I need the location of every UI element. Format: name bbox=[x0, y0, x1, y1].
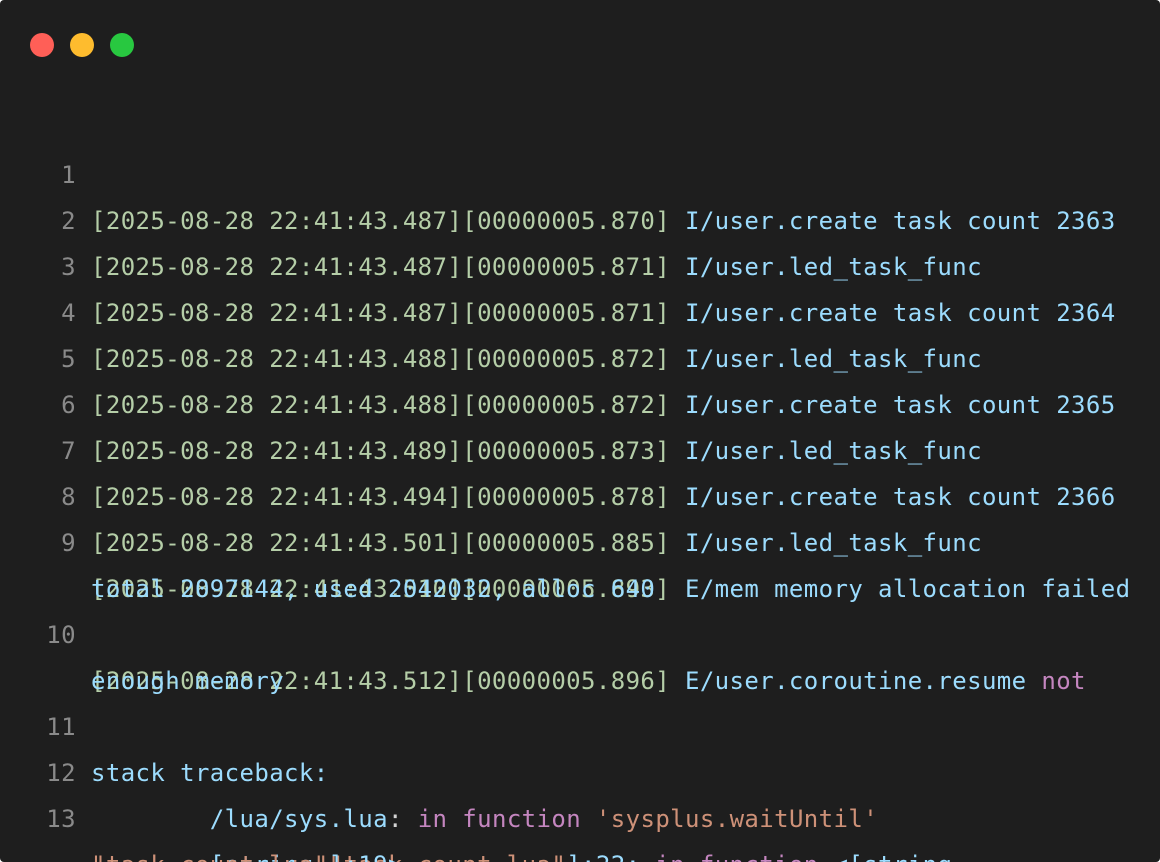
window-controls bbox=[30, 33, 134, 57]
code-line: 12 /lua/sys.lua: in function 'sysplus.wa… bbox=[0, 704, 1160, 833]
code-window: 1 [2025-08-28 22:41:43.487][00000005.870… bbox=[0, 0, 1160, 862]
code-line: 11 stack traceback: bbox=[0, 658, 1160, 787]
close-dot-icon[interactable] bbox=[30, 33, 54, 57]
trace-part: ]:22: bbox=[566, 851, 655, 862]
code-line: 13 [string "task_count.lua"]:22: in func… bbox=[0, 750, 1160, 862]
zoom-dot-icon[interactable] bbox=[110, 33, 134, 57]
string-literal: "task_count.lua" bbox=[91, 851, 329, 862]
code-line: 8 [2025-08-28 22:41:43.501][00000005.885… bbox=[0, 428, 1160, 557]
code-line: 9 [2025-08-28 22:41:43.510][00000005.893… bbox=[0, 474, 1160, 603]
code-line: 3 [2025-08-28 22:41:43.487][00000005.871… bbox=[0, 198, 1160, 327]
minimize-dot-icon[interactable] bbox=[70, 33, 94, 57]
code-block: 1 [2025-08-28 22:41:43.487][00000005.870… bbox=[0, 106, 1160, 862]
code-line: 6 [2025-08-28 22:41:43.489][00000005.873… bbox=[0, 336, 1160, 465]
code-line: 4 [2025-08-28 22:41:43.488][00000005.872… bbox=[0, 244, 1160, 373]
code-line: 5 [2025-08-28 22:41:43.488][00000005.872… bbox=[0, 290, 1160, 419]
keyword: function bbox=[700, 851, 819, 862]
code-line: 7 [2025-08-28 22:41:43.494][00000005.878… bbox=[0, 382, 1160, 511]
code-line: 10 [2025-08-28 22:41:43.512][00000005.89… bbox=[0, 566, 1160, 695]
code-line-wrap: enough memory bbox=[0, 612, 1160, 695]
trace-part: <[string bbox=[819, 851, 953, 862]
code-line-wrap: total 2097144, used 2042032, alloc 640 bbox=[0, 520, 1160, 603]
keyword: in bbox=[655, 851, 685, 862]
trace-part: ]:19> bbox=[329, 851, 403, 862]
code-line: 2 [2025-08-28 22:41:43.487][00000005.871… bbox=[0, 152, 1160, 281]
code-line: 1 [2025-08-28 22:41:43.487][00000005.870… bbox=[0, 106, 1160, 235]
code-line-wrap: "task_count.lua"]:19> bbox=[0, 796, 1160, 862]
